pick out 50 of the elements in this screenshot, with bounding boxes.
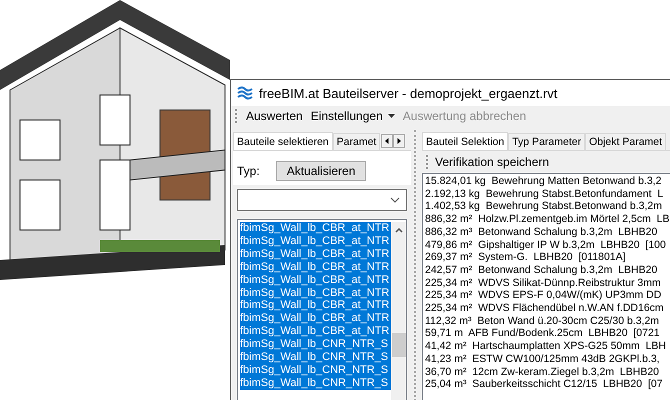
waves-icon bbox=[237, 86, 253, 100]
list-row-text: 242,57 m² Betonwand Schalung b.3,2m LBHB20 bbox=[425, 264, 658, 277]
list-item[interactable]: fbimSg_Wall_lb_CBR_at_NTR bbox=[240, 248, 391, 261]
list-row-text: 269,37 m² System-G. LBHB20 [011801A] bbox=[425, 251, 627, 264]
list-item[interactable]: fbimSg_Wall_lb_CBR_at_NTR bbox=[240, 299, 391, 312]
list-row-text: 1.402,53 kg Bewehrung Stabst.Betonwand b.3,2m bbox=[425, 200, 663, 214]
tab[interactable]: Bauteile selektieren bbox=[233, 132, 333, 150]
list-item[interactable]: fbimSg_Wall_lb_CNR_NTR_S bbox=[240, 376, 391, 390]
list-row-text: 2.192,13 kg Bewehrung Stabst.Betonfundament L bbox=[425, 188, 664, 200]
list-row-text: 225,34 m² WDVS Flächendübel n.W.AN f.DD16cm bbox=[425, 302, 665, 315]
toolbar-button[interactable]: Auswerten bbox=[243, 108, 306, 124]
list-row-text: 225,34 m² WDVS EPS-F 0,04W/(mK) UP3mm DD bbox=[425, 289, 662, 302]
list-item[interactable]: fbimSg_Wall_lb_CNR_NTR_S bbox=[240, 338, 391, 352]
type-label: Typ: bbox=[237, 164, 260, 178]
list-row-text: 59,71 m AFB Fund/Bodenk.25cm LBHB20 [0721 bbox=[425, 327, 661, 340]
list-item[interactable]: fbimSg_Wall_lb_CNR_NTR_S bbox=[240, 351, 391, 364]
list-row: 886,32 m² Holzw.Pl.zementgeb.im Mörtel 2,5cm LB bbox=[425, 213, 668, 226]
list-item[interactable]: fbimSg_Wall_lb_CBR_at_NTR bbox=[240, 274, 391, 287]
refresh-button[interactable]: Aktualisieren bbox=[276, 161, 366, 181]
window-title: freeBIM.at Bauteilserver - demoprojekt_ergaenzt.rvt bbox=[259, 86, 558, 100]
list-row-text: 41,42 m² Hartschaumplatten XPS-G25 50mm LBH bbox=[425, 340, 668, 353]
scroll-left-icon[interactable] bbox=[381, 134, 394, 148]
list-item[interactable]: fbimSg_Wall_lb_CBR_at_NTR bbox=[240, 260, 391, 274]
tab[interactable]: Paramet bbox=[332, 133, 380, 150]
chevron-up-icon[interactable] bbox=[394, 228, 402, 233]
list-row-text: 41,23 m² ESTW CW100/125mm 43dB 2GKPl.b.3, bbox=[425, 352, 661, 366]
scrollbar[interactable] bbox=[391, 222, 406, 400]
tab[interactable]: Typ Parameter bbox=[508, 133, 586, 150]
list-row-text: 25,04 m³ Sauberkeitsschicht C12/15 LBHB20 [07 bbox=[425, 378, 664, 391]
scroll-right-icon[interactable] bbox=[393, 134, 406, 148]
chevron-down-icon bbox=[390, 197, 400, 203]
tab[interactable]: Bauteil Selektion bbox=[422, 132, 508, 150]
list-item[interactable]: fbimSg_Wall_lb_CBR_at_NTR bbox=[240, 222, 391, 235]
list-item[interactable]: fbimSg_Wall_lb_CNR_NTR_S bbox=[240, 364, 391, 377]
list-item[interactable]: fbimSg_Wall_lb_CBR_at_NTR bbox=[240, 312, 391, 326]
save-verification-button[interactable]: Verifikation speichern bbox=[432, 154, 552, 170]
type-dropdown[interactable] bbox=[237, 189, 407, 211]
list-row-text: 15.824,01 kg Bewehrung Matten Betonwand b.3,2 bbox=[425, 175, 662, 188]
list-row-text: 225,34 m² WDVS Silikat-Dünnp.Reibstruktur 3mm bbox=[425, 276, 662, 290]
tab[interactable]: Objekt Paramet bbox=[585, 133, 666, 150]
list-row-text: 479,86 m² Gipshaltiger IP W b.3,2m LBHB20 [100 bbox=[425, 238, 667, 252]
list-item[interactable]: fbimSg_Wall_lb_CBR_at_NTR bbox=[240, 325, 391, 338]
list-row-text: 886,32 m³ Betonwand Schalung b.3,2m LBHB20 bbox=[425, 226, 658, 239]
scrollbar-thumb[interactable] bbox=[392, 333, 406, 357]
list-row-text: 36,70 m² 12cm Zw-keram.Ziegel b.3,2m LBHB20 bbox=[425, 366, 660, 378]
list-item[interactable]: fbimSg_Wall_lb_CBR_at_NTR bbox=[240, 286, 391, 300]
caret-icon bbox=[388, 114, 395, 118]
list-item[interactable]: fbimSg_Wall_lb_CBR_at_NTR bbox=[240, 234, 391, 248]
toolbar-button[interactable]: Einstellungen bbox=[308, 108, 398, 124]
list-row-text: 112,32 m³ Beton Wand ü.20-30cm C25/30 b.3,2m bbox=[425, 314, 660, 328]
